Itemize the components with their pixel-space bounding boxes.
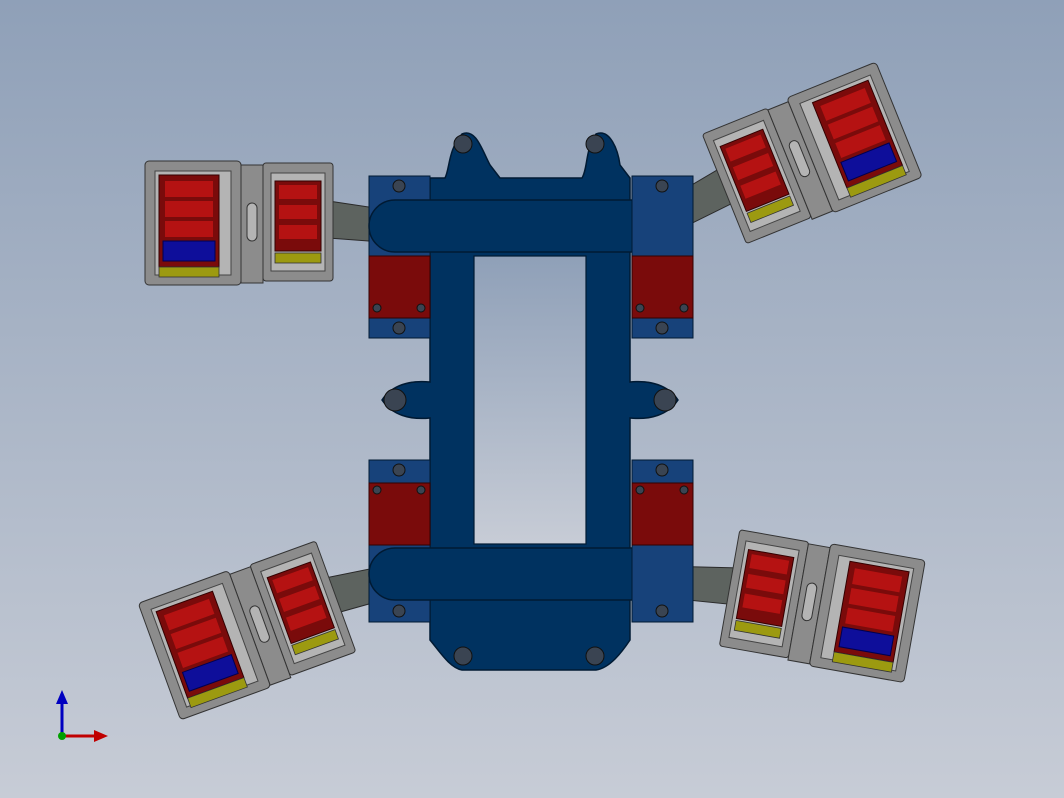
chassis[interactable] — [368, 132, 694, 671]
chassis-cutout — [473, 255, 587, 545]
mount-front-right — [631, 175, 694, 339]
mount-rear-right — [631, 459, 694, 623]
cad-viewport[interactable] — [0, 0, 1064, 798]
